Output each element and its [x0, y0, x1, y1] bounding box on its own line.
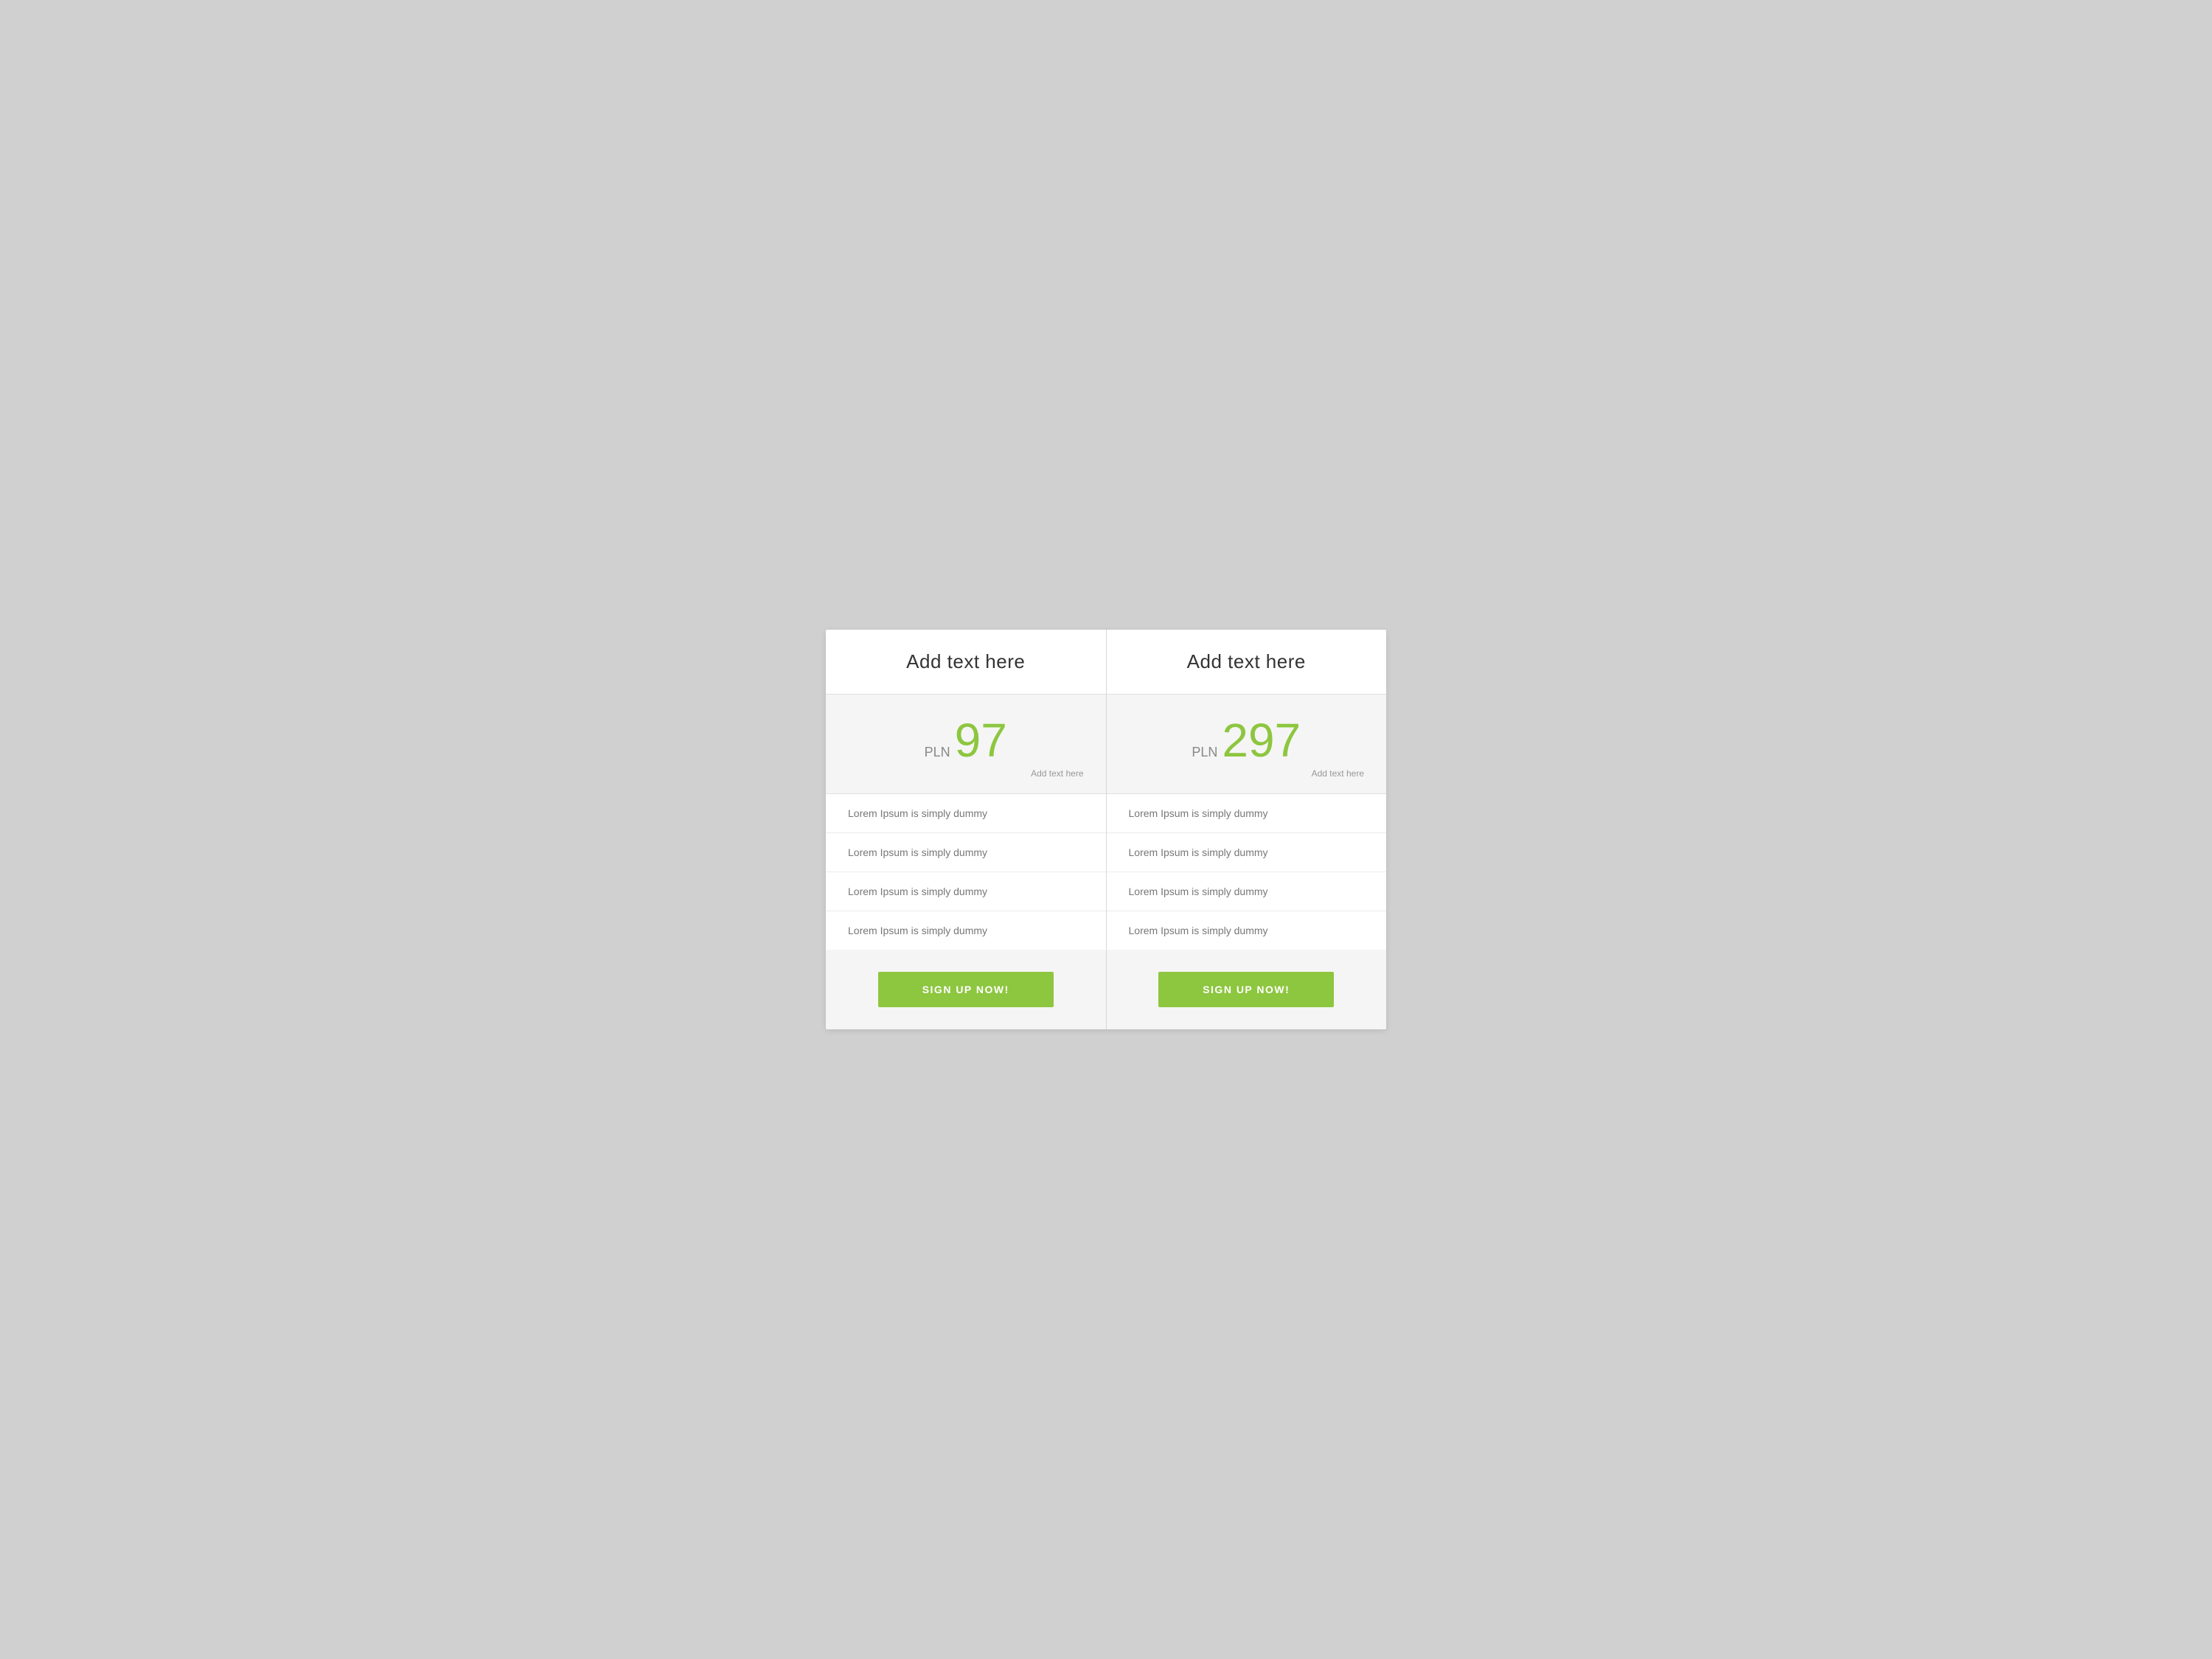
plan-right-features: Lorem Ipsum is simply dummy Lorem Ipsum …: [1107, 794, 1387, 950]
list-item: Lorem Ipsum is simply dummy: [826, 911, 1106, 950]
plan-left: Add text here PLN 97 Add text here Lorem…: [826, 630, 1106, 1029]
plan-right-title: Add text here: [1187, 650, 1306, 672]
plan-right-signup-button[interactable]: SIGN UP NOW!: [1158, 972, 1334, 1007]
list-item: Lorem Ipsum is simply dummy: [826, 833, 1106, 872]
list-item: Lorem Ipsum is simply dummy: [826, 794, 1106, 833]
plan-left-price-section: PLN 97 Add text here: [826, 695, 1106, 794]
plan-left-price-row: PLN 97: [841, 717, 1091, 764]
plan-right-footer: SIGN UP NOW!: [1107, 950, 1387, 1029]
list-item: Lorem Ipsum is simply dummy: [1107, 833, 1387, 872]
plan-left-currency: PLN: [925, 745, 950, 760]
plan-right-currency: PLN: [1192, 745, 1217, 760]
list-item: Lorem Ipsum is simply dummy: [1107, 794, 1387, 833]
plan-left-header: Add text here: [826, 630, 1106, 695]
plan-left-amount: 97: [955, 717, 1007, 764]
plan-left-footer: SIGN UP NOW!: [826, 950, 1106, 1029]
plan-left-signup-button[interactable]: SIGN UP NOW!: [878, 972, 1054, 1007]
list-item: Lorem Ipsum is simply dummy: [1107, 872, 1387, 911]
plan-right-price-section: PLN 297 Add text here: [1107, 695, 1387, 794]
plan-right-amount: 297: [1222, 717, 1301, 764]
plan-right-header: Add text here: [1107, 630, 1387, 695]
plan-left-features: Lorem Ipsum is simply dummy Lorem Ipsum …: [826, 794, 1106, 950]
pricing-table: Add text here PLN 97 Add text here Lorem…: [826, 630, 1386, 1029]
plan-right-price-note: Add text here: [1121, 768, 1372, 779]
list-item: Lorem Ipsum is simply dummy: [1107, 911, 1387, 950]
plan-right: Add text here PLN 297 Add text here Lore…: [1107, 630, 1387, 1029]
plan-left-title: Add text here: [906, 650, 1025, 672]
plan-right-price-row: PLN 297: [1121, 717, 1372, 764]
plan-left-price-note: Add text here: [841, 768, 1091, 779]
list-item: Lorem Ipsum is simply dummy: [826, 872, 1106, 911]
